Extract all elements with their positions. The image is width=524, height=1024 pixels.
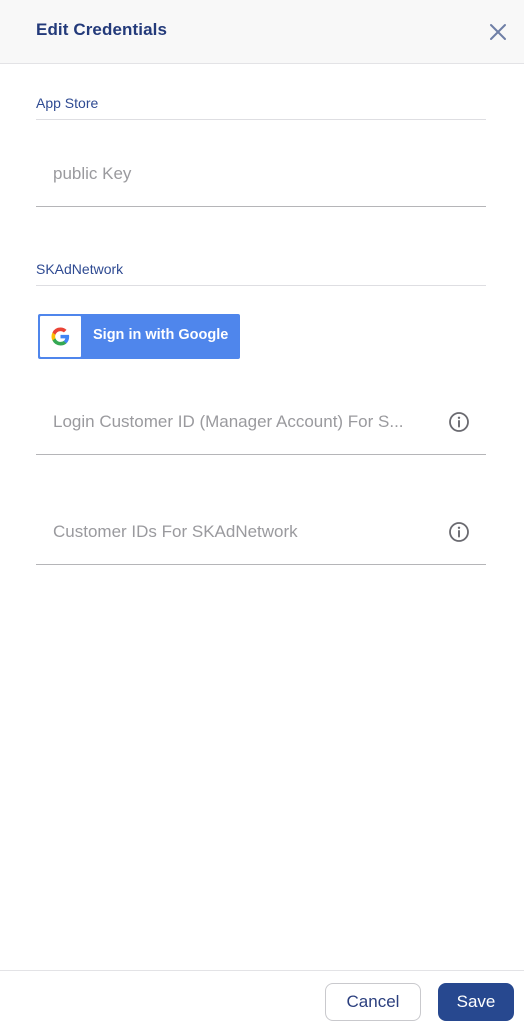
skadnetwork-section-label: SKAdNetwork: [36, 261, 124, 277]
skadnetwork-section-divider: [36, 285, 486, 286]
panel-header: Edit Credentials: [0, 0, 524, 64]
customer-ids-field: [36, 505, 486, 565]
login-customer-id-input[interactable]: [53, 407, 433, 437]
google-button-label: Sign in with Google: [93, 327, 229, 343]
public-key-field: [36, 147, 486, 207]
info-icon[interactable]: [448, 521, 470, 543]
cancel-button[interactable]: Cancel: [325, 983, 421, 1021]
public-key-input[interactable]: [53, 159, 433, 189]
panel-footer: Cancel Save: [0, 970, 524, 1024]
login-customer-id-field: [36, 395, 486, 455]
app-store-section-divider: [36, 119, 486, 120]
google-logo-icon: [51, 327, 70, 346]
panel-title: Edit Credentials: [36, 20, 168, 39]
close-button[interactable]: [486, 20, 510, 44]
save-button[interactable]: Save: [438, 983, 514, 1021]
close-icon: [490, 24, 506, 40]
app-store-section-label: App Store: [36, 95, 99, 111]
edit-credentials-panel: Edit Credentials App Store SKAdNetwork: [0, 0, 524, 1024]
info-icon[interactable]: [448, 411, 470, 433]
google-logo-container: [40, 316, 81, 357]
customer-ids-input[interactable]: [53, 517, 433, 547]
sign-in-with-google-button[interactable]: Sign in with Google: [38, 314, 240, 359]
